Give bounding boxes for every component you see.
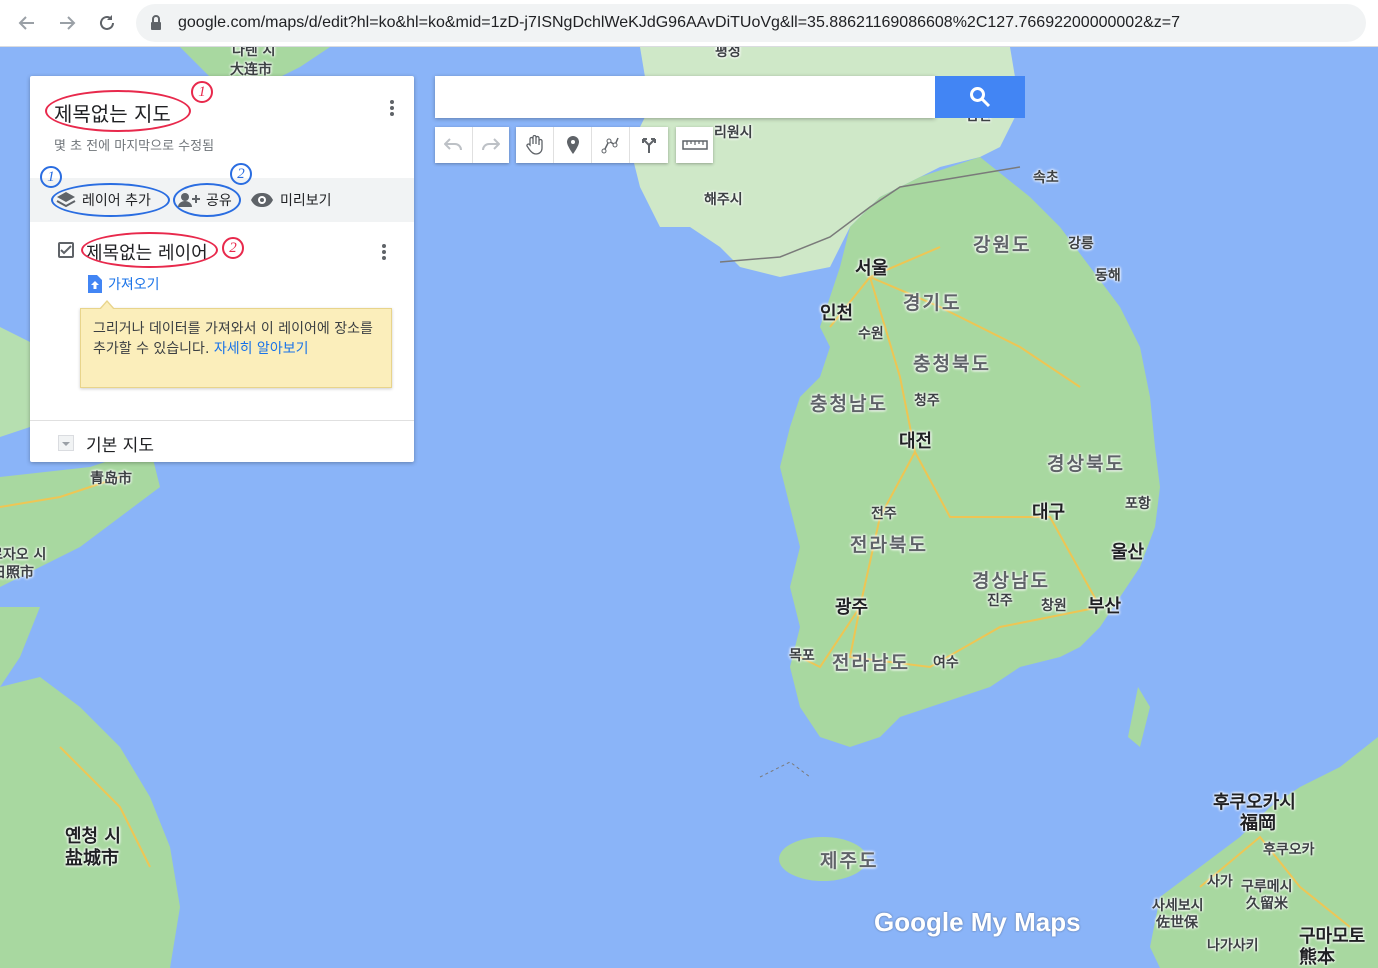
map-label-jeonbuk: 전라북도	[850, 534, 928, 556]
undo-icon[interactable]	[435, 127, 473, 163]
annotation-circle-share	[173, 183, 241, 217]
annotation-circle-layer	[81, 232, 218, 268]
map-label-gyeonggi: 경기도	[903, 292, 962, 314]
search-button[interactable]	[935, 76, 1025, 118]
basemap-label: 기본 지도	[86, 436, 154, 456]
map-label-gyeongbuk: 경상북도	[1047, 453, 1125, 475]
directions-icon[interactable]	[630, 127, 667, 163]
map-label-suwon: 수원	[858, 326, 884, 342]
redo-icon[interactable]	[473, 127, 510, 163]
map-label-fukuoka: 福岡	[1240, 813, 1276, 834]
layer-options-icon[interactable]	[374, 238, 394, 266]
map-label-jeonju: 전주	[871, 506, 897, 522]
map-options-icon[interactable]	[382, 98, 402, 122]
layer-help-tooltip: 그리거나 데이터를 가져와서 이 레이어에 장소를 추가할 수 있습니다. 자세…	[80, 300, 392, 388]
map-label-pyongsong: 평성	[715, 47, 741, 60]
preview-label: 미리보기	[280, 193, 332, 209]
map-label-incheon: 인천	[820, 303, 854, 324]
map-label-jinju: 진주	[987, 593, 1013, 609]
ruler-icon[interactable]	[676, 127, 713, 163]
map-label-yeosu: 여수	[933, 655, 959, 671]
map-label-saga: 사가	[1207, 874, 1233, 890]
map-label-chungbuk: 충청북도	[913, 353, 991, 375]
undo-redo-group	[435, 127, 509, 163]
google-my-maps-logo: Google My Maps	[874, 907, 1081, 937]
annotation-number-add-layer: 1	[40, 166, 62, 188]
lock-icon	[150, 15, 162, 35]
forward-icon[interactable]	[52, 8, 82, 38]
layer-visibility-checkbox[interactable]	[58, 242, 74, 258]
search-icon	[970, 87, 991, 108]
map-label-rizhao: 日照市	[0, 565, 34, 581]
preview-button[interactable]: 미리보기	[250, 178, 332, 222]
map-label-jeonnam: 전라남도	[832, 652, 910, 674]
map-label-daejeon: 대전	[899, 431, 933, 452]
map-label-haeju: 해주시	[704, 192, 743, 208]
map-label-donghae: 동해	[1095, 268, 1121, 284]
add-marker-icon[interactable]	[554, 127, 592, 163]
map-label-seoul: 서울	[855, 258, 889, 279]
drawing-tools-group	[516, 127, 668, 163]
reload-icon[interactable]	[92, 8, 122, 38]
address-bar[interactable]: google.com/maps/d/edit?hl=ko&hl=ko&mid=1…	[136, 4, 1366, 42]
map-search-input[interactable]	[435, 76, 935, 118]
map-label-sokcho: 속초	[1033, 170, 1059, 186]
expand-arrow-icon[interactable]	[58, 435, 74, 451]
map-label-qingdao: 青岛市	[90, 471, 132, 487]
hand-pan-icon[interactable]	[516, 127, 554, 163]
map-info-panel: 제목없는 지도 몇 초 전에 마지막으로 수정됨 레이어 추가 공유 미리보기 …	[30, 76, 414, 462]
annotation-number-layer: 2	[222, 237, 244, 259]
map-label-busan: 부산	[1088, 596, 1122, 617]
map-label-gyeongnam: 경상남도	[972, 570, 1050, 592]
map-label-nagasaki: 나가사키	[1207, 938, 1259, 954]
map-label-gangneung: 강릉	[1068, 236, 1094, 252]
basemap-row[interactable]: 기본 지도	[30, 420, 414, 463]
map-label-changwon: 창원	[1041, 598, 1067, 614]
annotation-number-title: 1	[191, 81, 213, 103]
draw-line-icon[interactable]	[592, 127, 630, 163]
map-label-kurume: 久留米	[1246, 896, 1288, 912]
upload-file-icon	[88, 275, 102, 293]
map-label-kumamoto: 熊本	[1299, 947, 1335, 968]
check-icon	[60, 245, 72, 255]
import-link-row[interactable]: 가져오기	[88, 272, 160, 296]
map-label-ulsan: 울산	[1111, 542, 1145, 563]
learn-more-link[interactable]: 자세히 알아보기	[214, 341, 309, 357]
map-label-yancheng: 盐城市	[65, 848, 119, 869]
annotation-number-share: 2	[230, 163, 252, 185]
map-label-fukuoka2: 후쿠오카	[1263, 842, 1315, 858]
back-icon[interactable]	[12, 8, 42, 38]
map-label-mokpo: 목포	[789, 648, 815, 664]
map-label-sariwon: 리원시	[714, 125, 753, 141]
annotation-circle-title	[45, 90, 191, 132]
map-label-daegu: 대구	[1032, 502, 1066, 523]
url-text: google.com/maps/d/edit?hl=ko&hl=ko&mid=1…	[178, 14, 1180, 31]
map-label-gwangju: 광주	[835, 597, 869, 618]
browser-toolbar: google.com/maps/d/edit?hl=ko&hl=ko&mid=1…	[0, 0, 1378, 47]
measure-group	[676, 127, 713, 163]
map-label-gangwon: 강원도	[973, 234, 1032, 256]
map-label-cheongju: 청주	[914, 393, 940, 409]
map-label-rizhao-ko: 르자오 시	[0, 547, 47, 563]
eye-icon	[251, 193, 273, 207]
import-link[interactable]: 가져오기	[108, 274, 160, 294]
map-label-sasebo: 佐世保	[1156, 915, 1198, 931]
map-status: 몇 초 전에 마지막으로 수정됨	[54, 139, 215, 154]
map-label-jeju: 제주도	[820, 850, 879, 872]
map-label-pohang: 포항	[1125, 496, 1151, 512]
map-label-chungnam: 충청남도	[810, 393, 888, 415]
annotation-circle-add-layer	[51, 183, 170, 217]
